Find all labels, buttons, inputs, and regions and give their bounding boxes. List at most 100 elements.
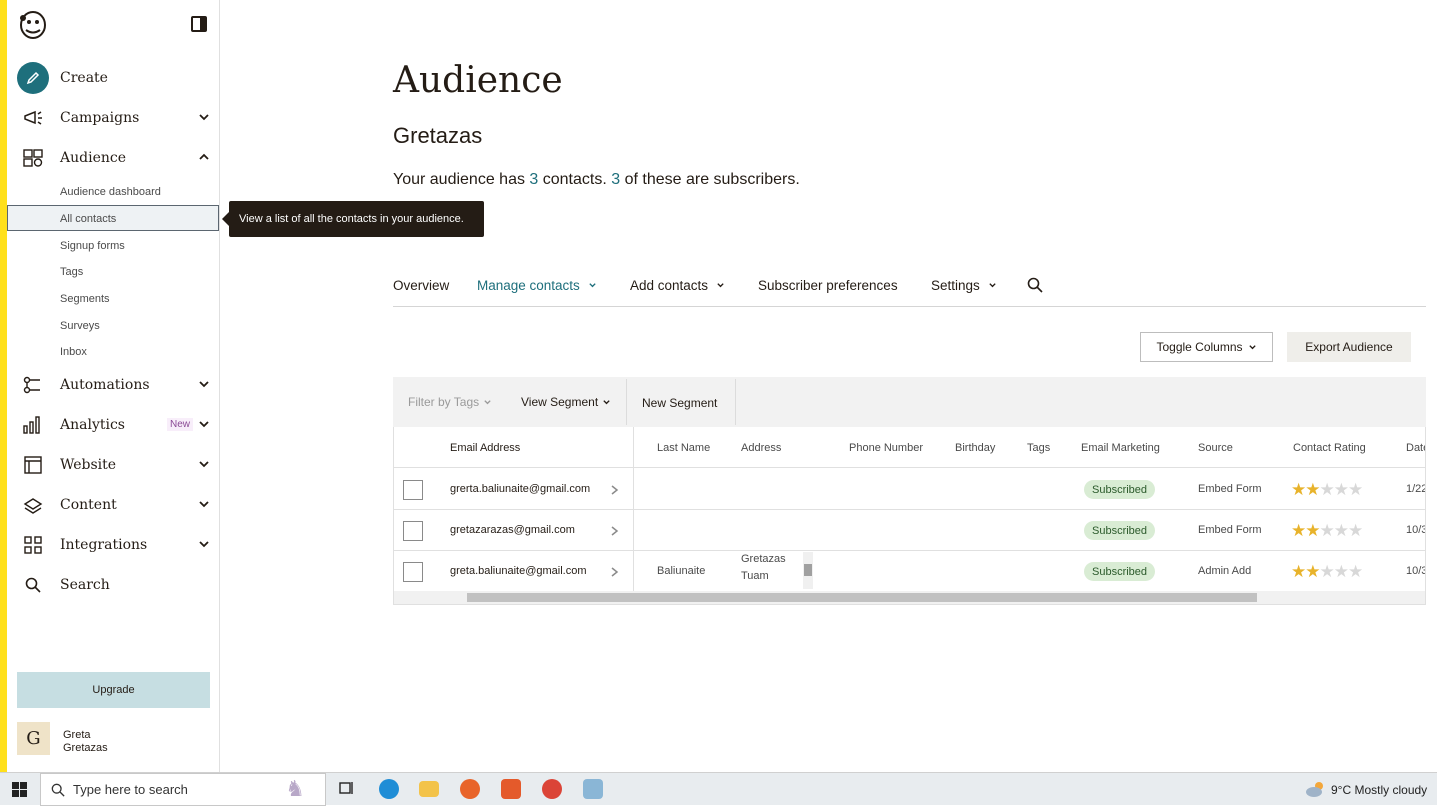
table-row[interactable]: grerta.baliunaite@gmail.com Subscribed E… — [394, 469, 1425, 510]
tab-add-contacts[interactable]: Add contacts — [630, 278, 725, 293]
subscriber-count: 3 — [611, 171, 621, 188]
toggle-columns-button[interactable]: Toggle Columns — [1140, 332, 1273, 362]
chevron-down-icon — [199, 381, 209, 388]
nav-label: Integrations — [60, 537, 148, 553]
nav-campaigns[interactable]: Campaigns — [17, 101, 213, 135]
scrollbar-thumb[interactable] — [467, 593, 1257, 602]
chevron-down-icon — [603, 399, 610, 404]
nav-label: Create — [60, 70, 108, 86]
cell-email[interactable]: grerta.baliunaite@gmail.com — [450, 483, 590, 495]
col-header-date[interactable]: Date — [1406, 442, 1425, 454]
chevron-right-icon[interactable] — [610, 525, 619, 537]
divider — [735, 379, 736, 425]
col-header-source[interactable]: Source — [1198, 442, 1233, 454]
upgrade-button[interactable]: Upgrade — [17, 672, 210, 708]
chevron-up-icon — [199, 153, 209, 160]
search-icon[interactable] — [1027, 277, 1043, 293]
col-header-email[interactable]: Email Address — [450, 442, 520, 454]
user-name: Greta — [63, 729, 91, 741]
tab-overview[interactable]: Overview — [393, 278, 449, 293]
filter-by-tags-dropdown[interactable]: Filter by Tags — [408, 395, 492, 409]
taskbar-search-input[interactable]: Type here to search ♞ — [40, 773, 326, 806]
divider — [626, 379, 627, 425]
row-checkbox[interactable] — [403, 521, 423, 541]
task-view-icon[interactable] — [338, 779, 358, 799]
nav-website[interactable]: Website — [17, 448, 213, 482]
chevron-right-icon[interactable] — [610, 484, 619, 496]
export-audience-button[interactable]: Export Audience — [1287, 332, 1411, 362]
nav-content[interactable]: Content — [17, 488, 213, 522]
chevron-down-icon — [989, 283, 996, 288]
contact-rating-stars: ★★★★★ — [1291, 480, 1363, 499]
nav-analytics[interactable]: Analytics New — [17, 408, 213, 442]
audience-icon — [17, 142, 49, 174]
table-row[interactable]: gretazarazas@gmail.com Subscribed Embed … — [394, 510, 1425, 551]
col-header-birthday[interactable]: Birthday — [955, 442, 995, 454]
cell-date: 10/3 — [1406, 565, 1426, 577]
table-header: Email Address Last Name Address Phone Nu… — [394, 427, 1425, 468]
sub-item-surveys[interactable]: Surveys — [60, 320, 100, 332]
sidebar-collapse-icon[interactable] — [191, 16, 207, 32]
chevron-down-icon — [1248, 344, 1256, 349]
chevron-down-icon — [199, 421, 209, 428]
sub-item-segments[interactable]: Segments — [60, 293, 110, 305]
sub-item-all-contacts[interactable]: All contacts — [60, 213, 116, 225]
app-icon[interactable] — [501, 779, 521, 799]
row-checkbox[interactable] — [403, 562, 423, 582]
col-header-email-marketing[interactable]: Email Marketing — [1081, 442, 1160, 454]
col-header-last-name[interactable]: Last Name — [657, 442, 710, 454]
sub-item-audience-dashboard[interactable]: Audience dashboard — [60, 186, 161, 198]
app-icon[interactable] — [583, 779, 603, 799]
cell-source: Embed Form — [1198, 483, 1262, 495]
nav-integrations[interactable]: Integrations — [17, 528, 213, 562]
nav-label: Audience — [60, 150, 126, 166]
nav-audience[interactable]: Audience — [17, 141, 213, 175]
address-scrollbar[interactable] — [803, 552, 813, 589]
tab-manage-contacts[interactable]: Manage contacts — [477, 278, 597, 293]
windows-start-icon[interactable] — [12, 782, 27, 802]
view-segment-dropdown[interactable]: View Segment — [521, 395, 611, 409]
row-checkbox[interactable] — [403, 480, 423, 500]
col-header-address[interactable]: Address — [741, 442, 781, 454]
sub-item-signup-forms[interactable]: Signup forms — [60, 240, 125, 252]
nav-automations[interactable]: Automations — [17, 368, 213, 402]
chevron-down-icon — [199, 501, 209, 508]
col-header-tags[interactable]: Tags — [1027, 442, 1050, 454]
cell-last-name: Baliunaite — [657, 565, 706, 577]
mailchimp-logo-icon[interactable] — [17, 8, 49, 40]
chevron-down-icon — [199, 461, 209, 468]
avatar[interactable]: G — [17, 722, 50, 755]
cell-email[interactable]: gretazarazas@gmail.com — [450, 524, 575, 536]
cell-email[interactable]: greta.baliunaite@gmail.com — [450, 565, 587, 577]
status-badge: Subscribed — [1084, 480, 1156, 499]
nav-create[interactable]: Create — [17, 61, 213, 95]
file-explorer-icon[interactable] — [419, 781, 439, 797]
chevron-right-icon[interactable] — [610, 566, 619, 578]
nav-label: Search — [60, 577, 110, 593]
contacts-table: Email Address Last Name Address Phone Nu… — [393, 427, 1426, 605]
chevron-down-icon — [589, 283, 596, 288]
chrome-icon[interactable] — [542, 779, 562, 799]
tab-subscriber-preferences[interactable]: Subscriber preferences — [758, 278, 898, 293]
user-org: Gretazas — [63, 742, 108, 754]
megaphone-icon — [17, 102, 49, 134]
nav-search[interactable]: Search — [17, 568, 213, 602]
weather-text[interactable]: 9°C Mostly cloudy — [1331, 783, 1427, 797]
user-info[interactable]: Greta Gretazas — [63, 729, 108, 755]
new-badge: New — [167, 418, 194, 431]
tab-settings[interactable]: Settings — [931, 278, 997, 293]
weather-cloud-icon[interactable] — [1305, 780, 1327, 803]
col-header-contact-rating[interactable]: Contact Rating — [1293, 442, 1366, 454]
horizontal-scrollbar[interactable] — [394, 591, 1425, 604]
audience-tabs: Overview Manage contacts Add contacts Su… — [393, 272, 1426, 307]
table-row[interactable]: greta.baliunaite@gmail.com Baliunaite Gr… — [394, 551, 1426, 591]
cell-address-line1: Gretazas — [741, 553, 786, 565]
new-segment-button[interactable]: New Segment — [642, 396, 717, 410]
edge-browser-icon[interactable] — [379, 779, 399, 799]
firefox-icon[interactable] — [460, 779, 480, 799]
sub-item-inbox[interactable]: Inbox — [60, 346, 87, 358]
col-header-phone[interactable]: Phone Number — [849, 442, 923, 454]
contact-rating-stars: ★★★★★ — [1291, 562, 1363, 581]
sub-item-tags[interactable]: Tags — [60, 266, 83, 278]
audience-name: Gretazas — [393, 123, 483, 148]
